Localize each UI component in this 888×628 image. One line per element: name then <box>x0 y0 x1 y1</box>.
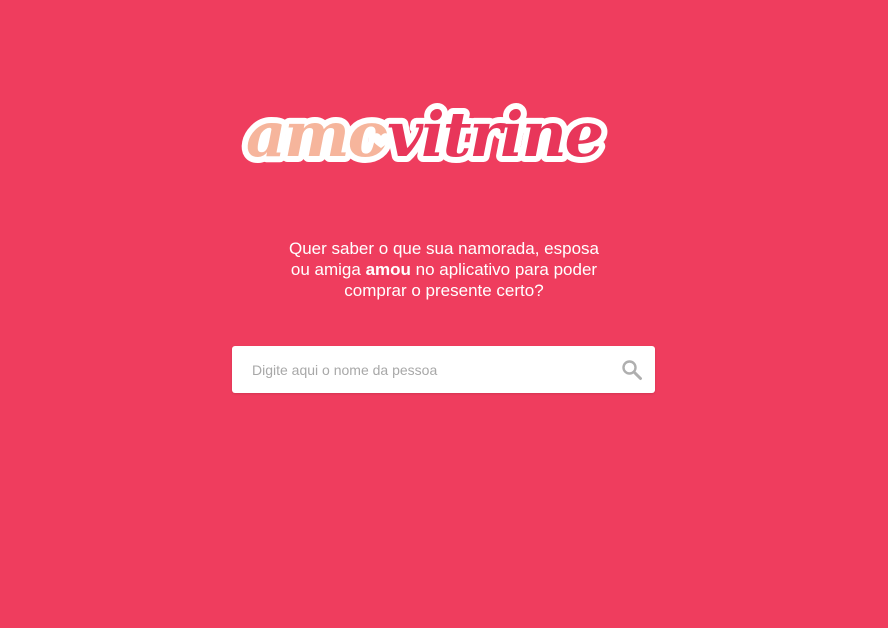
tagline-line-1: Quer saber o que sua namorada, esposa <box>289 239 599 258</box>
tagline-line-2-start: ou amiga <box>290 260 366 279</box>
tagline-emphasis: amou <box>365 260 411 279</box>
tagline-line-3: comprar o presente certo? <box>344 281 544 300</box>
tagline-line-2-end: no aplicativo para poder <box>410 260 598 279</box>
search-button[interactable] <box>608 346 655 393</box>
hero-tagline: Quer saber o que sua namorada, esposa ou… <box>244 238 644 301</box>
search-icon <box>621 359 642 380</box>
logo-part-vitrine: vitrine <box>387 98 602 170</box>
amovitrine-logo: amovitrine amovitrine <box>240 96 648 170</box>
search-box <box>232 346 655 393</box>
logo-part-amo: amo <box>246 98 388 170</box>
tagline-line-2: ou amiga amou no aplicativo para poder <box>244 259 644 280</box>
logo-wordmark: amovitrine amovitrine <box>240 96 610 170</box>
search-input[interactable] <box>232 346 602 393</box>
svg-text:amovitrine: amovitrine <box>246 98 602 170</box>
page: amovitrine amovitrine Quer saber o que s… <box>0 0 888 628</box>
